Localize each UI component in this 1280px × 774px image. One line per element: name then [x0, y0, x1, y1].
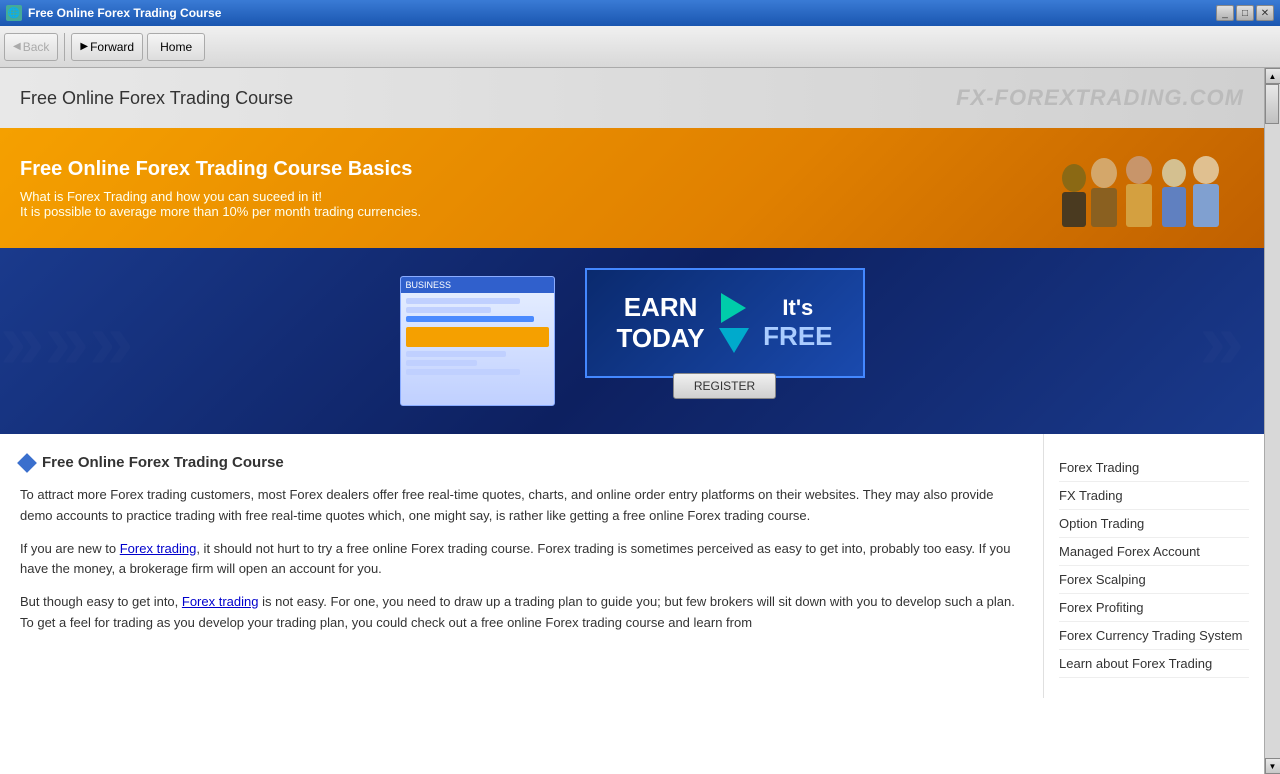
book-line-6: [406, 369, 520, 375]
window-icon: 🌐: [6, 5, 22, 21]
deco-arrow-2: »: [45, 301, 90, 381]
article-para-3: But though easy to get into, Forex tradi…: [20, 592, 1023, 634]
book-line-5: [406, 360, 478, 366]
forward-label: Forward: [90, 40, 134, 54]
window-controls: _ □ ✕: [1216, 5, 1274, 21]
book-line-1: [406, 298, 520, 304]
arrow-down-icon: [719, 328, 749, 353]
scroll-thumb[interactable]: [1265, 84, 1279, 124]
today-label: TODAY: [617, 323, 705, 354]
back-button[interactable]: ◀ Back: [4, 33, 58, 61]
window-title: Free Online Forex Trading Course: [28, 6, 1216, 20]
hero-banner: Free Online Forex Trading Course Basics …: [0, 128, 1264, 248]
its-label: It's: [763, 295, 832, 321]
hero-subtitle-2: It is possible to average more than 10% …: [20, 204, 421, 219]
deco-arrow-1: »: [0, 301, 45, 381]
window-titlebar: 🌐 Free Online Forex Trading Course _ □ ✕: [0, 0, 1280, 26]
book-content: [401, 293, 554, 405]
sidebar-link[interactable]: Managed Forex Account: [1059, 538, 1249, 566]
forward-arrow-icon: ▶: [80, 41, 88, 52]
book-line-2: [406, 307, 492, 313]
article-heading: Free Online Forex Trading Course: [20, 454, 1023, 471]
book-orange-bar: [406, 327, 549, 347]
back-label: Back: [23, 40, 50, 54]
sidebar-link[interactable]: Forex Profiting: [1059, 594, 1249, 622]
scroll-up-button[interactable]: ▲: [1265, 68, 1280, 84]
book-line-4: [406, 351, 506, 357]
maximize-button[interactable]: □: [1236, 5, 1254, 21]
site-header-title: Free Online Forex Trading Course: [20, 88, 293, 109]
scroll-track[interactable]: [1265, 84, 1280, 758]
browser-content: Free Online Forex Trading Course FX-FORE…: [0, 68, 1280, 774]
article-section: Free Online Forex Trading Course To attr…: [0, 434, 1044, 698]
forex-link-2[interactable]: Forex trading: [182, 594, 259, 609]
sidebar: Forex TradingFX TradingOption TradingMan…: [1044, 434, 1264, 698]
earn-box: EARN TODAY It's FREE: [585, 268, 865, 378]
sidebar-link[interactable]: Option Trading: [1059, 510, 1249, 538]
sidebar-link[interactable]: Forex Trading: [1059, 454, 1249, 482]
site-header: Free Online Forex Trading Course FX-FORE…: [0, 68, 1264, 128]
scrollbar[interactable]: ▲ ▼: [1264, 68, 1280, 774]
sidebar-link[interactable]: Learn about Forex Trading: [1059, 650, 1249, 678]
hero-subtitle-1: What is Forex Trading and how you can su…: [20, 189, 421, 204]
sidebar-link[interactable]: Forex Scalping: [1059, 566, 1249, 594]
diamond-icon: [17, 453, 37, 473]
sidebar-link[interactable]: FX Trading: [1059, 482, 1249, 510]
earn-label: EARN: [617, 292, 705, 323]
arrow-right-icon: [721, 293, 746, 323]
promo-earn-wrapper: EARN TODAY It's FREE: [585, 268, 865, 414]
main-content: Free Online Forex Trading Course To attr…: [0, 434, 1264, 698]
promo-section: » » » » BUSINESS: [0, 248, 1264, 434]
nav-divider-1: [64, 33, 65, 61]
scroll-down-button[interactable]: ▼: [1265, 758, 1280, 774]
article-para-1: To attract more Forex trading customers,…: [20, 485, 1023, 527]
sidebar-link[interactable]: Forex Currency Trading System: [1059, 622, 1249, 650]
forex-link-1[interactable]: Forex trading: [120, 541, 197, 556]
earn-today-text: EARN TODAY: [617, 292, 705, 354]
close-button[interactable]: ✕: [1256, 5, 1274, 21]
deco-arrow-4: »: [1200, 301, 1245, 381]
register-button[interactable]: REGISTER: [673, 373, 776, 399]
earn-arrows: [719, 293, 749, 353]
people-image: [1044, 148, 1244, 228]
minimize-button[interactable]: _: [1216, 5, 1234, 21]
back-arrow-icon: ◀: [13, 41, 21, 52]
hero-text: Free Online Forex Trading Course Basics …: [20, 158, 421, 219]
article-para-2: If you are new to Forex trading, it shou…: [20, 539, 1023, 581]
hero-title: Free Online Forex Trading Course Basics: [20, 158, 421, 181]
article-title: Free Online Forex Trading Course: [42, 454, 284, 471]
book-line-3: [406, 316, 535, 322]
article-body: To attract more Forex trading customers,…: [20, 485, 1023, 634]
free-label: FREE: [763, 321, 832, 352]
forward-button[interactable]: ▶ Forward: [71, 33, 143, 61]
deco-arrow-3: »: [89, 301, 134, 381]
home-button[interactable]: Home: [147, 33, 205, 61]
website-content: Free Online Forex Trading Course FX-FORE…: [0, 68, 1264, 774]
hero-people: [1044, 148, 1244, 228]
book-header: BUSINESS: [401, 277, 554, 293]
earn-free-text: It's FREE: [763, 295, 832, 352]
promo-book: BUSINESS: [400, 276, 555, 406]
site-domain: FX-FOREXTRADING.COM: [956, 85, 1244, 111]
browser-toolbar: ◀ Back ▶ Forward Home: [0, 26, 1280, 68]
